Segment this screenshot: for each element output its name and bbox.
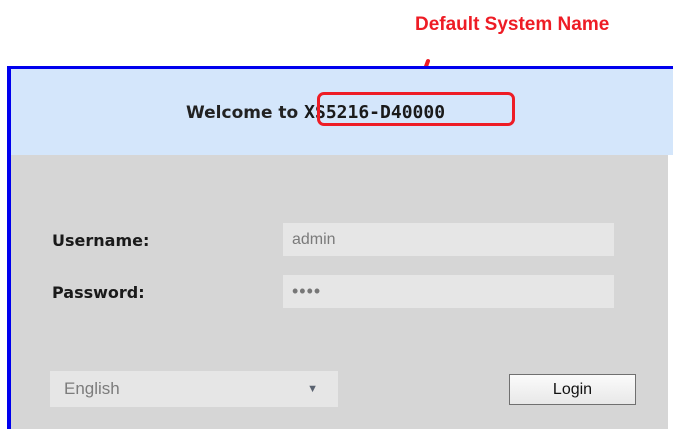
chevron-down-icon: ▼ [307,383,318,395]
username-label: Username: [52,231,150,250]
password-label: Password: [52,283,145,302]
language-select[interactable]: English ▼ [50,371,338,407]
language-selected-value: English [64,379,120,398]
login-screenshot: Default System Name Welcome to XS5216-D4… [0,0,673,429]
welcome-prefix: Welcome to [186,103,299,123]
panel-right-edge [668,155,673,429]
login-button[interactable]: Login [509,374,636,405]
password-input[interactable]: •••• [283,275,614,308]
default-system-name-annotation: Default System Name [415,14,610,35]
password-mask: •••• [292,281,322,301]
system-name-highlight-box [317,92,515,126]
username-input[interactable] [283,223,614,256]
